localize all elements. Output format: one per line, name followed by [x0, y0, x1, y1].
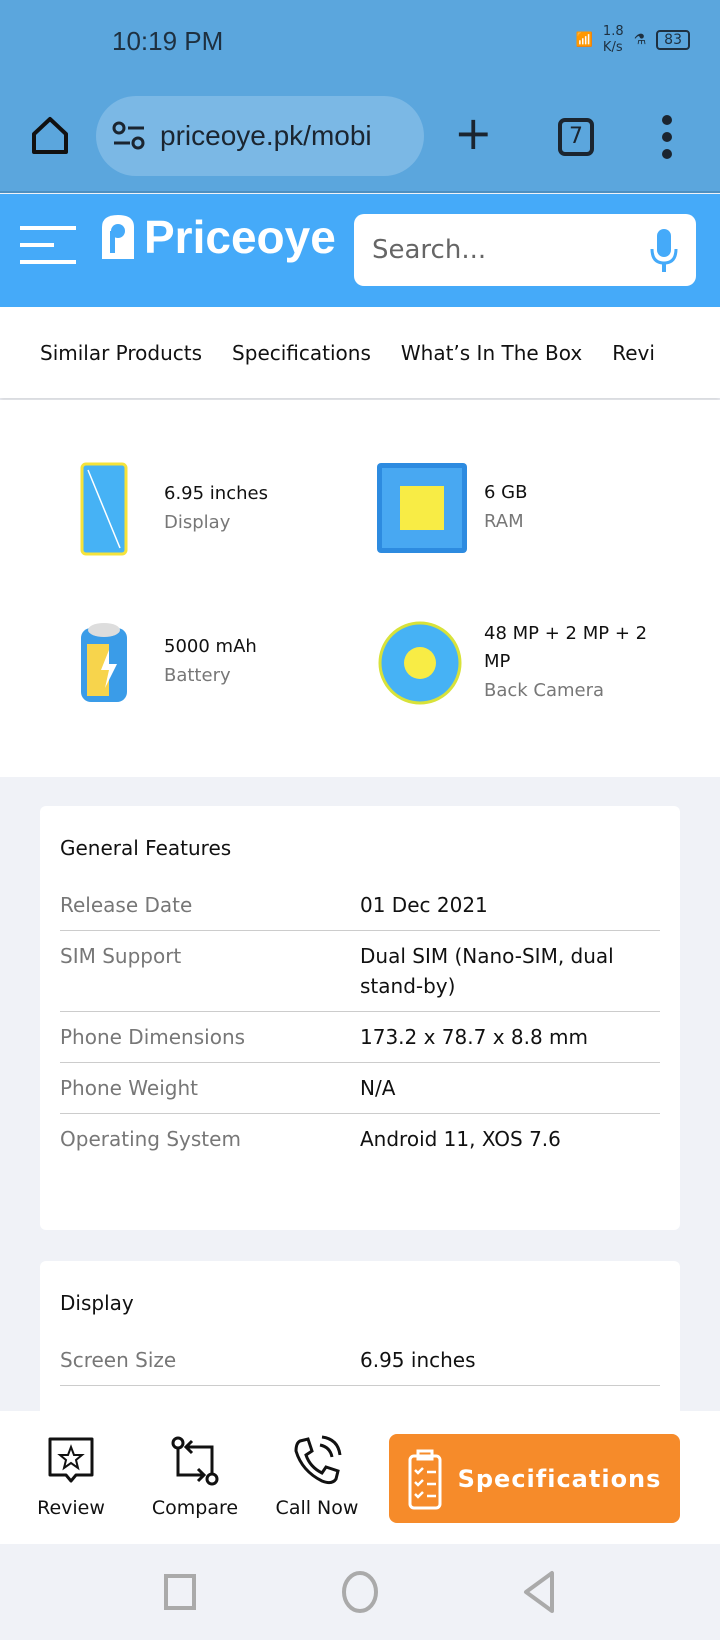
system-navigation-bar — [0, 1544, 720, 1640]
highlight-display: 6.95 inches Display — [44, 462, 268, 556]
home-icon[interactable] — [28, 114, 72, 158]
url-bar[interactable]: priceoye.pk/mobi — [96, 96, 424, 176]
spec-key: Operating System — [60, 1127, 241, 1151]
key-highlights: 6.95 inches Display 6 GB RAM 5000 mAh Batte… — [0, 400, 720, 777]
highlight-value: 6.95 inches — [164, 483, 268, 504]
spec-row: SIM Support Dual SIM (Nano-SIM, dual stan… — [60, 931, 660, 1012]
spec-row: Phone Dimensions 173.2 x 78.7 x 8.8 mm — [60, 1012, 660, 1063]
spec-row: Release Date 01 Dec 2021 — [60, 880, 660, 931]
call-now-button[interactable]: Call Now — [274, 1435, 360, 1519]
highlight-label: Back Camera — [484, 680, 605, 701]
tab-similar-products[interactable]: Similar Products — [40, 341, 202, 365]
highlight-label: Display — [164, 512, 231, 533]
spec-value: Android 11, XOS 7.6 — [360, 1127, 561, 1151]
compare-button[interactable]: Compare — [150, 1435, 240, 1519]
spec-key: Release Date — [60, 893, 193, 917]
battery-icon — [81, 623, 127, 702]
flask-icon: ⚗ — [633, 32, 647, 48]
review-button[interactable]: Review — [36, 1435, 106, 1519]
spec-key: Phone Weight — [60, 1076, 198, 1100]
more-menu-icon[interactable] — [660, 114, 674, 160]
compare-arrows-icon — [171, 1436, 219, 1486]
microphone-icon[interactable] — [650, 227, 678, 273]
logo[interactable]: Priceoye — [98, 210, 336, 264]
specifications-button[interactable]: Specifications — [389, 1434, 680, 1523]
browser-toolbar: priceoye.pk/mobi + 7 — [0, 86, 720, 193]
chip-icon — [377, 463, 467, 553]
logo-bag-icon — [102, 215, 134, 259]
search-box[interactable] — [354, 214, 696, 286]
spec-key: Phone Dimensions — [60, 1025, 246, 1049]
home-circle-icon[interactable] — [340, 1570, 380, 1614]
status-bar: 10:19 PM 📶 1.8 K/s ⚗ 83 — [0, 0, 720, 86]
spec-key: Screen Size — [60, 1348, 177, 1372]
spec-value: 6.95 inches — [360, 1348, 476, 1372]
highlight-label: RAM — [484, 511, 524, 532]
tab-whats-in-the-box[interactable]: What’s In The Box — [401, 341, 582, 365]
spec-value: 173.2 x 78.7 x 8.8 mm — [360, 1025, 589, 1049]
spec-value: 01 Dec 2021 — [360, 893, 488, 917]
spec-key: SIM Support — [60, 944, 182, 968]
highlight-battery: 5000 mAh Battery — [44, 620, 257, 704]
system-icons: 📶 1.8 K/s ⚗ 83 — [575, 24, 690, 56]
card-title: General Features — [60, 836, 232, 860]
url-text: priceoye.pk/mobi — [160, 120, 372, 151]
tab-switcher-button[interactable]: 7 — [558, 118, 594, 156]
section-tabs: Similar Products Specifications What’s I… — [0, 307, 720, 398]
wifi-icon: 📶 — [575, 32, 593, 48]
tab-specifications[interactable]: Specifications — [232, 341, 371, 365]
highlight-value: 48 MP + 2 MP + 2 MP — [484, 623, 648, 672]
phone-display-icon — [80, 462, 128, 556]
spec-value: Dual SIM (Nano-SIM, dual stand-by) — [360, 944, 614, 998]
clipboard-checklist-icon — [408, 1449, 442, 1509]
search-input[interactable] — [372, 235, 622, 265]
site-header: Priceoye — [0, 194, 720, 307]
call-now-label: Call Now — [275, 1497, 359, 1519]
spec-row: Phone Weight N/A — [60, 1063, 660, 1114]
highlight-label: Battery — [164, 665, 231, 686]
recents-square-icon[interactable] — [164, 1572, 196, 1612]
highlight-value: 6 GB — [484, 482, 528, 503]
spec-row: Screen Size 6.95 inches — [60, 1335, 660, 1386]
spec-row: Operating System Android 11, XOS 7.6 — [60, 1114, 660, 1164]
review-star-icon — [48, 1437, 94, 1483]
clock: 10:19 PM — [112, 26, 224, 56]
hamburger-menu-icon[interactable] — [20, 224, 76, 266]
spec-value: N/A — [360, 1076, 396, 1100]
highlight-value: 5000 mAh — [164, 636, 257, 657]
new-tab-icon[interactable]: + — [454, 106, 493, 160]
back-triangle-icon[interactable] — [522, 1570, 556, 1614]
net-speed: 1.8 K/s — [603, 24, 624, 56]
net-speed-value: 1.8 — [602, 24, 624, 39]
net-speed-unit: K/s — [602, 40, 623, 55]
logo-text: Priceoye — [144, 211, 336, 263]
tab-reviews[interactable]: Revi — [612, 341, 655, 365]
highlight-camera: 48 MP + 2 MP + 2 MP Back Camera — [360, 620, 664, 706]
site-settings-icon[interactable] — [112, 121, 146, 151]
bottom-action-bar: Review Compare Call Now Specifications — [0, 1411, 720, 1544]
camera-aperture-icon — [378, 621, 462, 705]
compare-label: Compare — [151, 1497, 239, 1519]
review-label: Review — [37, 1497, 105, 1519]
general-features-card: General Features Release Date 01 Dec 2021… — [40, 806, 680, 1230]
phone-call-icon — [294, 1435, 342, 1485]
specifications-label: Specifications — [457, 1464, 662, 1493]
battery-indicator: 83 — [656, 30, 690, 50]
card-title: Display — [60, 1291, 134, 1315]
highlight-ram: 6 GB RAM — [360, 462, 527, 554]
